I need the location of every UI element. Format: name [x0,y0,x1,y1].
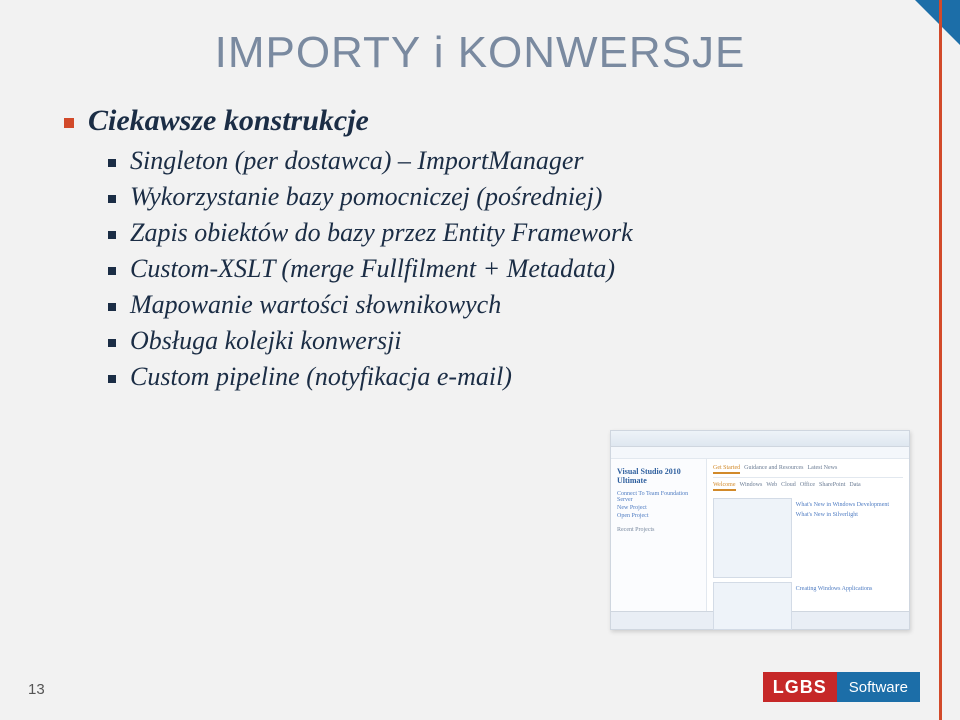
thumb [713,498,792,578]
list-item: Ciekawsze konstrukcje Singleton (per dos… [60,104,900,392]
slide-title: IMPORTY i KONWERSJE [60,28,900,78]
side-link: New Project [617,505,700,511]
side-links: Connect To Team Foundation Server New Pr… [617,491,700,519]
ide-body: Visual Studio 2010 Ultimate Connect To T… [611,459,909,611]
list-item: Wykorzystanie bazy pomocniczej (pośredni… [106,182,900,212]
list-item: Obsługa kolejki konwersji [106,326,900,356]
subtab: Data [849,482,860,491]
tab: Get Started [713,465,740,474]
list-item-text: Obsługa kolejki konwersji [130,326,402,355]
page-number: 13 [28,681,45,698]
list-item: Zapis obiektów do bazy przez Entity Fram… [106,218,900,248]
ide-brand: Visual Studio 2010 Ultimate [617,467,700,485]
list-item: Custom pipeline (notyfikacja e-mail) [106,362,900,392]
list-item-text: Singleton (per dostawca) – ImportManager [130,146,584,175]
subtab: SharePoint [819,482,845,491]
logo-left: LGBS [763,672,837,702]
list-item: Singleton (per dostawca) – ImportManager [106,146,900,176]
subtab: Windows [740,482,763,491]
logo-right: Software [837,672,920,702]
list-item: Mapowanie wartości słownikowych [106,290,900,320]
list-item-text: Zapis obiektów do bazy przez Entity Fram… [130,218,633,247]
subtab: Cloud [781,482,796,491]
thumb-caption: What's New in Silverlight [796,512,903,518]
thumb-row: What's New in Windows Development What's… [713,498,903,578]
start-main: Get Started Guidance and Resources Lates… [707,459,909,611]
subtab: Office [800,482,815,491]
list-item-text: Custom-XSLT (merge Fullfilment + Metadat… [130,254,615,283]
bullet-list-level2: Singleton (per dostawca) – ImportManager… [106,146,900,392]
thumb [713,582,792,630]
tab-strip: Get Started Guidance and Resources Lates… [713,465,903,478]
thumb-row: Creating Windows Applications [713,582,903,630]
tab: Guidance and Resources [744,465,803,474]
thumb-caption: What's New in Windows Development [796,502,903,508]
list-item: Custom-XSLT (merge Fullfilment + Metadat… [106,254,900,284]
list-item-text: Mapowanie wartości słownikowych [130,290,501,319]
bullet-list-level1: Ciekawsze konstrukcje Singleton (per dos… [60,104,900,392]
ide-screenshot: Visual Studio 2010 Ultimate Connect To T… [610,430,910,630]
recent-header: Recent Projects [617,527,700,533]
list-item-heading: Ciekawsze konstrukcje [88,104,369,137]
subtab: Welcome [713,482,736,491]
list-item-text: Wykorzystanie bazy pomocniczej (pośredni… [130,182,602,211]
subtab: Web [766,482,777,491]
tab: Latest News [807,465,837,474]
side-link: Open Project [617,513,700,519]
start-sidepane: Visual Studio 2010 Ultimate Connect To T… [611,459,707,611]
side-link: Connect To Team Foundation Server [617,491,700,503]
logo: LGBS Software [763,672,920,702]
subtab-strip: Welcome Windows Web Cloud Office SharePo… [713,482,903,494]
thumb-caption: Creating Windows Applications [796,586,903,592]
menubar [611,447,909,459]
list-item-text: Custom pipeline (notyfikacja e-mail) [130,362,512,391]
titlebar [611,431,909,447]
